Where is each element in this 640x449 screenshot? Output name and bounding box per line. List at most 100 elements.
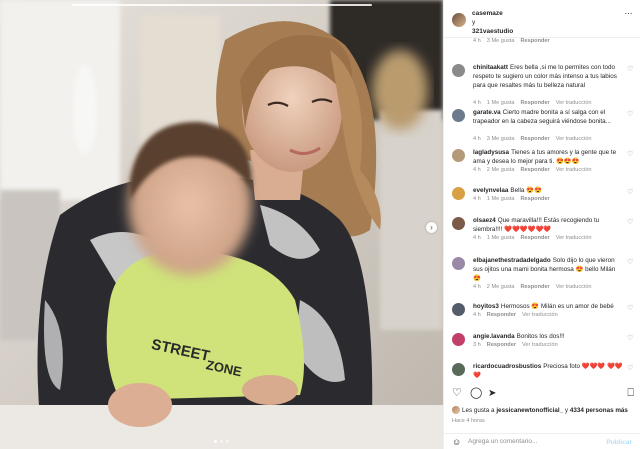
comment-like-icon[interactable]: ♡ <box>627 365 634 372</box>
commenter-avatar[interactable] <box>452 363 465 376</box>
comment-likes[interactable]: 1 Me gusta <box>487 196 515 202</box>
author-avatar[interactable] <box>452 13 466 27</box>
publish-button[interactable]: Publicar <box>606 439 632 446</box>
next-photo-button[interactable]: › <box>426 222 437 233</box>
translate-button[interactable]: Ver traducción <box>522 312 558 318</box>
comment-likes[interactable]: 1 Me gusta <box>487 235 515 241</box>
comment-icon[interactable]: ◯ <box>470 388 482 399</box>
translate-button[interactable]: Ver traducción <box>556 136 592 142</box>
reply-button[interactable]: Responder <box>520 100 549 106</box>
comment-like-icon[interactable]: ♡ <box>627 305 634 312</box>
share-icon[interactable]: ➤ <box>488 388 496 399</box>
commenter-avatar[interactable] <box>452 257 465 270</box>
comment-time: 4 h <box>473 284 481 290</box>
comment-likes[interactable]: 3 Me gusta <box>487 38 515 44</box>
commenter-username[interactable]: chinitaakatt <box>473 64 508 71</box>
author-conjunction: y <box>472 19 476 26</box>
comment-likes[interactable]: 1 Me gusta <box>487 100 515 106</box>
reply-button[interactable]: Responder <box>487 342 516 348</box>
comment-like-icon[interactable]: ♡ <box>627 151 634 158</box>
commenter-username[interactable]: angie.lavanda <box>473 333 515 340</box>
comment-text: elbajanethestradadelgado Solo dijo lo que… <box>473 256 624 283</box>
comment-body: Bella 😍😍 <box>510 187 542 194</box>
comment-time: 4 h <box>473 235 481 241</box>
comment-like-icon[interactable]: ♡ <box>627 189 634 196</box>
comment-input[interactable] <box>468 438 598 445</box>
more-options-icon[interactable]: ⋯ <box>625 9 634 18</box>
emoji-icon[interactable]: ☺ <box>452 437 461 447</box>
add-comment-bar: ☺ Publicar <box>444 433 640 449</box>
comment-text: evelynvelaa Bella 😍😍 <box>473 186 624 195</box>
comment-text: ricardocuadrosbustios Preciosa foto ❤️❤️❤… <box>473 362 624 380</box>
comment-time: 4 h <box>473 312 481 318</box>
translate-button[interactable]: Ver traducción <box>556 167 592 173</box>
comment-likes[interactable]: 2 Me gusta <box>487 167 515 173</box>
comment-likes[interactable]: 2 Me gusta <box>487 284 515 290</box>
likes-summary: Les gusta a jessicanewtonofficial_ y 433… <box>452 406 634 415</box>
translate-button[interactable]: Ver traducción <box>556 284 592 290</box>
comment-meta: 4 h 2 Me gusta Responder Ver traducción <box>473 284 597 290</box>
comment-time: 3 h <box>473 342 481 348</box>
reply-button[interactable]: Responder <box>520 235 549 241</box>
commenter-avatar[interactable] <box>452 217 465 230</box>
commenter-username[interactable]: hoyitos3 <box>473 303 499 310</box>
commenter-avatar[interactable] <box>452 187 465 200</box>
comment-time: 4 h <box>473 38 481 44</box>
comment-like-icon[interactable]: ♡ <box>627 259 634 266</box>
reply-button[interactable]: Responder <box>487 312 516 318</box>
comment-meta: 4 h 1 Me gusta Responder Ver traducción <box>473 100 597 106</box>
commenter-username[interactable]: olsaez4 <box>473 217 496 224</box>
comment-time: 4 h <box>473 136 481 142</box>
commenter-username[interactable]: evelynvelaa <box>473 187 508 194</box>
like-icon[interactable]: ♡ <box>452 388 462 399</box>
likes-prefix: Les gusta a <box>462 407 497 414</box>
comment-meta: 4 h 1 Me gusta Responder Ver traducción <box>473 235 597 241</box>
reply-button[interactable]: Responder <box>520 136 549 142</box>
author-username[interactable]: casemaze <box>472 9 513 18</box>
commenter-avatar[interactable] <box>452 149 465 162</box>
post-photo[interactable]: STREET ZONE › <box>0 0 443 449</box>
comment-like-icon[interactable]: ♡ <box>627 335 634 342</box>
post-timestamp: Hace 4 horas <box>452 418 485 424</box>
liker-avatar <box>452 406 460 415</box>
liker-username[interactable]: jessicanewtonofficial_ <box>496 407 563 414</box>
translate-button[interactable]: Ver traducción <box>556 235 592 241</box>
comment-meta: 4 h 2 Me gusta Responder Ver traducción <box>473 167 597 173</box>
commenter-avatar[interactable] <box>452 303 465 316</box>
comment-time: 4 h <box>473 196 481 202</box>
likes-count[interactable]: 4334 personas más <box>570 407 628 414</box>
reply-button[interactable]: Responder <box>520 167 549 173</box>
comment-likes[interactable]: 3 Me gusta <box>487 136 515 142</box>
comment-text: hoyitos3 Hermosos 😍 Milán es un amor de b… <box>473 302 624 311</box>
commenter-avatar[interactable] <box>452 333 465 346</box>
commenter-username[interactable]: lagladysusa <box>473 149 509 156</box>
post-header: casemaze y 321vaestudio ⋯ <box>444 0 640 38</box>
translate-button[interactable]: Ver traducción <box>556 100 592 106</box>
translate-button[interactable]: Ver traducción <box>522 342 558 348</box>
coauthor-username[interactable]: 321vaestudio <box>472 27 513 36</box>
comment-like-icon[interactable]: ♡ <box>627 219 634 226</box>
comment-meta: 4 h Responder Ver traducción <box>473 312 564 318</box>
comment-time: 4 h <box>473 100 481 106</box>
commenter-username[interactable]: ricardocuadrosbustios <box>473 363 541 370</box>
comment-meta: 4 h 3 Me gusta Responder Ver traducción <box>473 136 597 142</box>
carousel-pager <box>0 440 443 443</box>
comments-list[interactable]: 4 h 3 Me gusta Responder chinitaakatt Eres b… <box>444 38 640 381</box>
save-icon[interactable]: ⎕ <box>627 388 634 399</box>
post-actions: ♡ ◯ ➤ ⎕ <box>444 386 640 404</box>
reply-button[interactable]: Responder <box>520 196 549 202</box>
comment-text: garate.va Cierto madre bonita a sí salga … <box>473 108 624 126</box>
post-side-panel: casemaze y 321vaestudio ⋯ 4 h 3 Me gusta R… <box>443 0 640 449</box>
reply-button[interactable]: Responder <box>520 38 549 44</box>
commenter-username[interactable]: elbajanethestradadelgado <box>473 257 551 264</box>
comment-body: Hermosos 😍 Milán es un amor de bebé <box>500 303 614 310</box>
story-progress <box>0 4 443 6</box>
commenter-username[interactable]: garate.va <box>473 109 501 116</box>
commenter-avatar[interactable] <box>452 64 465 77</box>
comment-like-icon[interactable]: ♡ <box>627 66 634 73</box>
reply-button[interactable]: Responder <box>520 284 549 290</box>
comment-meta: 4 h 3 Me gusta Responder <box>473 38 556 44</box>
comment-like-icon[interactable]: ♡ <box>627 111 634 118</box>
commenter-avatar[interactable] <box>452 109 465 122</box>
comment-text: chinitaakatt Eres bella ,si me lo permite… <box>473 63 624 90</box>
